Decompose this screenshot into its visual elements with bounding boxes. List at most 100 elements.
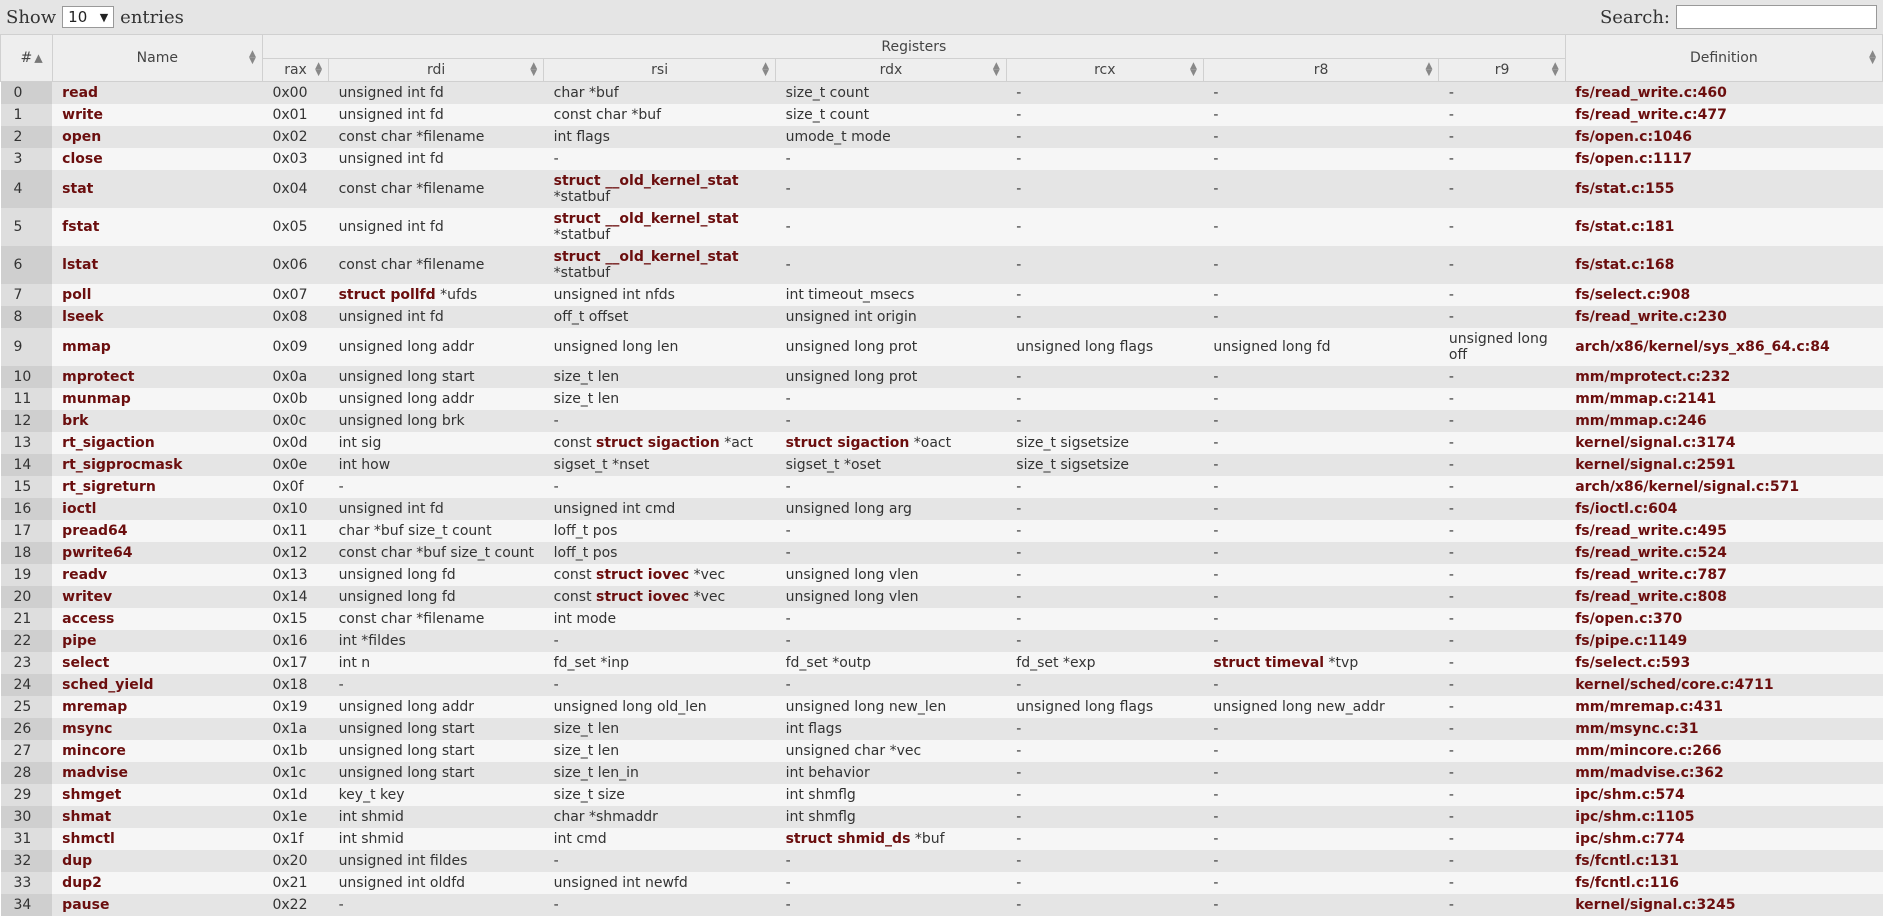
definition-link[interactable]: fs/read_write.c:230 bbox=[1565, 306, 1883, 328]
definition-link[interactable]: mm/msync.c:31 bbox=[1565, 718, 1883, 740]
column-header-r9[interactable]: r9 ▲ ▼ bbox=[1438, 58, 1566, 82]
type-link[interactable]: struct timeval bbox=[1213, 655, 1324, 671]
type-link[interactable]: struct iovec bbox=[596, 589, 689, 605]
definition-link[interactable]: fs/open.c:1117 bbox=[1565, 148, 1883, 170]
rax-value: 0x01 bbox=[262, 104, 329, 126]
definition-link[interactable]: fs/read_write.c:787 bbox=[1565, 564, 1883, 586]
definition-link[interactable]: arch/x86/kernel/sys_x86_64.c:84 bbox=[1565, 328, 1883, 366]
definition-link[interactable]: ipc/shm.c:574 bbox=[1565, 784, 1883, 806]
definition-link[interactable]: fs/ioctl.c:604 bbox=[1565, 498, 1883, 520]
syscall-name[interactable]: shmget bbox=[52, 784, 263, 806]
definition-link[interactable]: arch/x86/kernel/signal.c:571 bbox=[1565, 476, 1883, 498]
syscall-name[interactable]: rt_sigreturn bbox=[52, 476, 263, 498]
search-input[interactable] bbox=[1676, 5, 1877, 29]
type-link[interactable]: struct __old_kernel_stat bbox=[554, 211, 739, 227]
definition-link[interactable]: fs/read_write.c:477 bbox=[1565, 104, 1883, 126]
definition-link[interactable]: kernel/signal.c:2591 bbox=[1565, 454, 1883, 476]
syscall-name[interactable]: select bbox=[52, 652, 263, 674]
table-row: 31 shmctl 0x1f int shmid int cmd struct shmid… bbox=[0, 828, 1883, 850]
rax-value: 0x16 bbox=[262, 630, 329, 652]
definition-link[interactable]: mm/mincore.c:266 bbox=[1565, 740, 1883, 762]
definition-link[interactable]: fs/read_write.c:524 bbox=[1565, 542, 1883, 564]
definition-link[interactable]: fs/stat.c:181 bbox=[1565, 208, 1883, 246]
syscall-name[interactable]: lseek bbox=[52, 306, 263, 328]
definition-link[interactable]: mm/madvise.c:362 bbox=[1565, 762, 1883, 784]
definition-link[interactable]: ipc/shm.c:774 bbox=[1565, 828, 1883, 850]
type-link[interactable]: struct iovec bbox=[596, 567, 689, 583]
column-header-index[interactable]: # ▲ bbox=[0, 34, 53, 82]
definition-link[interactable]: mm/mmap.c:246 bbox=[1565, 410, 1883, 432]
definition-link[interactable]: fs/open.c:370 bbox=[1565, 608, 1883, 630]
syscall-name[interactable]: pipe bbox=[52, 630, 263, 652]
syscall-name[interactable]: stat bbox=[52, 170, 263, 208]
syscall-name[interactable]: brk bbox=[52, 410, 263, 432]
syscall-name[interactable]: mmap bbox=[52, 328, 263, 366]
syscall-name[interactable]: fstat bbox=[52, 208, 263, 246]
syscall-name[interactable]: munmap bbox=[52, 388, 263, 410]
syscall-name[interactable]: dup2 bbox=[52, 872, 263, 894]
syscall-name[interactable]: pread64 bbox=[52, 520, 263, 542]
r8-value: - bbox=[1203, 81, 1439, 104]
syscall-name[interactable]: open bbox=[52, 126, 263, 148]
definition-link[interactable]: kernel/signal.c:3245 bbox=[1565, 894, 1883, 916]
definition-link[interactable]: kernel/signal.c:3174 bbox=[1565, 432, 1883, 454]
type-link[interactable]: struct sigaction bbox=[786, 435, 910, 451]
type-link[interactable]: struct pollfd bbox=[339, 287, 436, 303]
type-link[interactable]: struct sigaction bbox=[596, 435, 720, 451]
syscall-name[interactable]: pwrite64 bbox=[52, 542, 263, 564]
column-header-rcx[interactable]: rcx ▲ ▼ bbox=[1005, 58, 1204, 82]
syscall-name[interactable]: readv bbox=[52, 564, 263, 586]
definition-link[interactable]: fs/fcntl.c:116 bbox=[1565, 872, 1883, 894]
param-text: - bbox=[1448, 765, 1454, 781]
syscall-name[interactable]: pause bbox=[52, 894, 263, 916]
syscall-name[interactable]: write bbox=[52, 104, 263, 126]
syscall-name[interactable]: mprotect bbox=[52, 366, 263, 388]
type-link[interactable]: struct __old_kernel_stat bbox=[554, 249, 739, 265]
syscall-name[interactable]: mremap bbox=[52, 696, 263, 718]
column-header-rax[interactable]: rax ▲ ▼ bbox=[261, 58, 330, 82]
definition-link[interactable]: fs/select.c:593 bbox=[1565, 652, 1883, 674]
syscall-name[interactable]: dup bbox=[52, 850, 263, 872]
syscall-name[interactable]: rt_sigprocmask bbox=[52, 454, 263, 476]
column-header-rdx[interactable]: rdx ▲ ▼ bbox=[775, 58, 1007, 82]
syscall-name[interactable]: close bbox=[52, 148, 263, 170]
type-link[interactable]: struct shmid_ds bbox=[786, 831, 911, 847]
column-header-definition[interactable]: Definition ▲ ▼ bbox=[1564, 34, 1883, 82]
rdx-value: size_t count bbox=[775, 81, 1007, 104]
definition-link[interactable]: fs/fcntl.c:131 bbox=[1565, 850, 1883, 872]
syscall-name[interactable]: sched_yield bbox=[52, 674, 263, 696]
syscall-name[interactable]: mincore bbox=[52, 740, 263, 762]
syscall-name[interactable]: ioctl bbox=[52, 498, 263, 520]
syscall-name[interactable]: access bbox=[52, 608, 263, 630]
column-header-rdi[interactable]: rdi ▲ ▼ bbox=[328, 58, 545, 82]
definition-link[interactable]: fs/pipe.c:1149 bbox=[1565, 630, 1883, 652]
definition-link[interactable]: fs/stat.c:168 bbox=[1565, 246, 1883, 284]
definition-link[interactable]: fs/read_write.c:460 bbox=[1565, 81, 1883, 104]
syscall-name[interactable]: writev bbox=[52, 586, 263, 608]
entries-select[interactable]: 10 ▼ bbox=[62, 6, 115, 28]
syscall-name[interactable]: rt_sigaction bbox=[52, 432, 263, 454]
definition-link[interactable]: mm/mmap.c:2141 bbox=[1565, 388, 1883, 410]
definition-link[interactable]: fs/open.c:1046 bbox=[1565, 126, 1883, 148]
syscall-name[interactable]: shmctl bbox=[52, 828, 263, 850]
definition-link[interactable]: mm/mprotect.c:232 bbox=[1565, 366, 1883, 388]
column-header-r8[interactable]: r8 ▲ ▼ bbox=[1202, 58, 1440, 82]
column-header-rsi[interactable]: rsi ▲ ▼ bbox=[543, 58, 777, 82]
definition-link[interactable]: fs/stat.c:155 bbox=[1565, 170, 1883, 208]
definition-link[interactable]: fs/read_write.c:495 bbox=[1565, 520, 1883, 542]
definition-link[interactable]: kernel/sched/core.c:4711 bbox=[1565, 674, 1883, 696]
rdi-value: const char *filename bbox=[328, 170, 544, 208]
rcx-value: - bbox=[1006, 81, 1204, 104]
syscall-name[interactable]: madvise bbox=[52, 762, 263, 784]
definition-link[interactable]: fs/read_write.c:808 bbox=[1565, 586, 1883, 608]
definition-link[interactable]: fs/select.c:908 bbox=[1565, 284, 1883, 306]
column-header-name[interactable]: Name ▲ ▼ bbox=[51, 34, 263, 82]
type-link[interactable]: struct __old_kernel_stat bbox=[554, 173, 739, 189]
syscall-name[interactable]: msync bbox=[52, 718, 263, 740]
syscall-name[interactable]: shmat bbox=[52, 806, 263, 828]
syscall-name[interactable]: lstat bbox=[52, 246, 263, 284]
syscall-name[interactable]: poll bbox=[52, 284, 263, 306]
definition-link[interactable]: ipc/shm.c:1105 bbox=[1565, 806, 1883, 828]
syscall-name[interactable]: read bbox=[52, 81, 263, 104]
definition-link[interactable]: mm/mremap.c:431 bbox=[1565, 696, 1883, 718]
